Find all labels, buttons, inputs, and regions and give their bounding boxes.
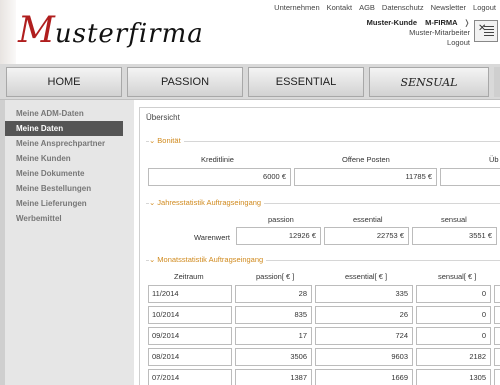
legend-text-jahresstatistik: Jahresstatistik Auftragseingang: [157, 198, 262, 207]
logo-text: usterfirma: [54, 19, 204, 49]
page-header: M usterfirma Unternehmen Kontakt AGB Dat…: [0, 0, 500, 64]
header-decoration: [0, 0, 16, 64]
value-essential: 22753 €: [324, 227, 409, 245]
header-passion-eur: passion[ € ]: [256, 272, 295, 281]
sidebar-item-lieferungen[interactable]: Meine Lieferungen: [5, 196, 123, 211]
nav-tab-passion[interactable]: PASSION: [127, 67, 243, 97]
value-uebersicht-cut: [440, 168, 500, 186]
user-name: Muster-Kunde: [366, 18, 418, 27]
table-cell-zeitraum: 09/2014: [148, 327, 232, 345]
table-cell-total-cut: [494, 348, 500, 366]
fieldset-legend-bonitaet[interactable]: ⌄ Bonität: [149, 136, 184, 145]
sidebar: Meine ADM-Daten Meine Daten Meine Anspre…: [0, 100, 134, 385]
chevron-right-icon[interactable]: ❭: [464, 18, 470, 27]
header-offene-posten: Offene Posten: [342, 155, 390, 164]
user-logout-link[interactable]: Logout: [447, 38, 470, 47]
cart-icon[interactable]: ✕: [474, 20, 498, 42]
header-uebersicht-cut: Üb: [489, 155, 499, 164]
value-passion: 12926 €: [236, 227, 321, 245]
link-agb[interactable]: AGB: [359, 3, 375, 12]
sidebar-item-dokumente[interactable]: Meine Dokumente: [5, 166, 123, 181]
link-logout[interactable]: Logout: [473, 3, 496, 12]
main-content: Übersicht ⌄ Bonität Kreditlinie Offene Po…: [137, 100, 500, 385]
fieldset-border-bonitaet: [146, 141, 500, 142]
sidebar-item-werbemittel[interactable]: Werbemittel: [5, 211, 123, 226]
table-cell-zeitraum: 07/2014: [148, 369, 232, 385]
main-navigation: HOME PASSION ESSENTIAL SENSUAL: [0, 64, 500, 100]
table-cell-sensual: 0: [416, 306, 491, 324]
link-datenschutz[interactable]: Datenschutz: [382, 3, 424, 12]
user-company: M-FIRMA: [425, 18, 458, 27]
fieldset-legend-jahresstatistik[interactable]: ⌄ Jahresstatistik Auftragseingang: [149, 198, 265, 207]
page-title: Übersicht: [146, 113, 180, 122]
top-links: Unternehmen Kontakt AGB Datenschutz News…: [274, 3, 496, 12]
table-cell-zeitraum: 08/2014: [148, 348, 232, 366]
nav-edge-tab: [494, 67, 500, 97]
table-cell-passion: 28: [235, 285, 312, 303]
table-cell-zeitraum: 11/2014: [148, 285, 232, 303]
header-essential: essential: [353, 215, 383, 224]
header-sensual-eur: sensual[ € ]: [438, 272, 477, 281]
table-cell-passion: 835: [235, 306, 312, 324]
table-cell-essential: 1669: [315, 369, 413, 385]
table-cell-essential: 9603: [315, 348, 413, 366]
table-cell-zeitraum: 10/2014: [148, 306, 232, 324]
user-info: Muster-Kunde M-FIRMA ❭ Muster-Mitarbeite…: [367, 18, 470, 48]
sidebar-item-adm-daten[interactable]: Meine ADM-Daten: [5, 106, 123, 121]
sidebar-item-meine-daten[interactable]: Meine Daten: [5, 121, 123, 136]
sidebar-item-ansprechpartner[interactable]: Meine Ansprechpartner: [5, 136, 123, 151]
table-cell-essential: 26: [315, 306, 413, 324]
chevron-down-icon: ⌄: [149, 255, 156, 264]
legend-text-monatsstatistik: Monatsstatistik Auftragseingang: [157, 255, 264, 264]
sidebar-item-bestellungen[interactable]: Meine Bestellungen: [5, 181, 123, 196]
table-cell-passion: 1387: [235, 369, 312, 385]
table-cell-passion: 17: [235, 327, 312, 345]
table-cell-sensual: 0: [416, 327, 491, 345]
table-cell-total-cut: [494, 285, 500, 303]
list-lines-icon: [484, 26, 494, 36]
table-cell-sensual: 0: [416, 285, 491, 303]
table-cell-essential: 724: [315, 327, 413, 345]
link-newsletter[interactable]: Newsletter: [431, 3, 466, 12]
table-cell-total-cut: [494, 306, 500, 324]
nav-tab-sensual[interactable]: SENSUAL: [369, 67, 489, 97]
sidebar-menu: Meine ADM-Daten Meine Daten Meine Anspre…: [5, 106, 123, 226]
table-cell-sensual: 1305: [416, 369, 491, 385]
value-offene-posten: 11785 €: [294, 168, 437, 186]
header-passion: passion: [268, 215, 294, 224]
company-logo[interactable]: M usterfirma: [18, 9, 204, 53]
nav-tab-home[interactable]: HOME: [6, 67, 122, 97]
table-cell-sensual: 2182: [416, 348, 491, 366]
user-role: Muster-Mitarbeiter: [409, 28, 470, 37]
sidebar-item-kunden[interactable]: Meine Kunden: [5, 151, 123, 166]
header-essential-eur: essential[ € ]: [345, 272, 388, 281]
table-cell-passion: 3506: [235, 348, 312, 366]
nav-tab-essential[interactable]: ESSENTIAL: [248, 67, 364, 97]
header-zeitraum: Zeitraum: [174, 272, 204, 281]
fieldset-legend-monatsstatistik[interactable]: ⌄ Monatsstatistik Auftragseingang: [149, 255, 267, 264]
value-kreditlinie: 6000 €: [148, 168, 291, 186]
value-sensual: 3551 €: [412, 227, 497, 245]
row-label-warenwert: Warenwert: [194, 233, 230, 242]
header-sensual: sensual: [441, 215, 467, 224]
legend-text-bonitaet: Bonität: [157, 136, 181, 145]
chevron-down-icon: ⌄: [149, 136, 156, 145]
table-cell-total-cut: [494, 369, 500, 385]
chevron-down-icon: ⌄: [149, 198, 156, 207]
link-unternehmen[interactable]: Unternehmen: [274, 3, 319, 12]
table-cell-essential: 335: [315, 285, 413, 303]
header-kreditlinie: Kreditlinie: [201, 155, 234, 164]
table-cell-total-cut: [494, 327, 500, 345]
link-kontakt[interactable]: Kontakt: [327, 3, 352, 12]
logo-initial: M: [18, 10, 55, 51]
